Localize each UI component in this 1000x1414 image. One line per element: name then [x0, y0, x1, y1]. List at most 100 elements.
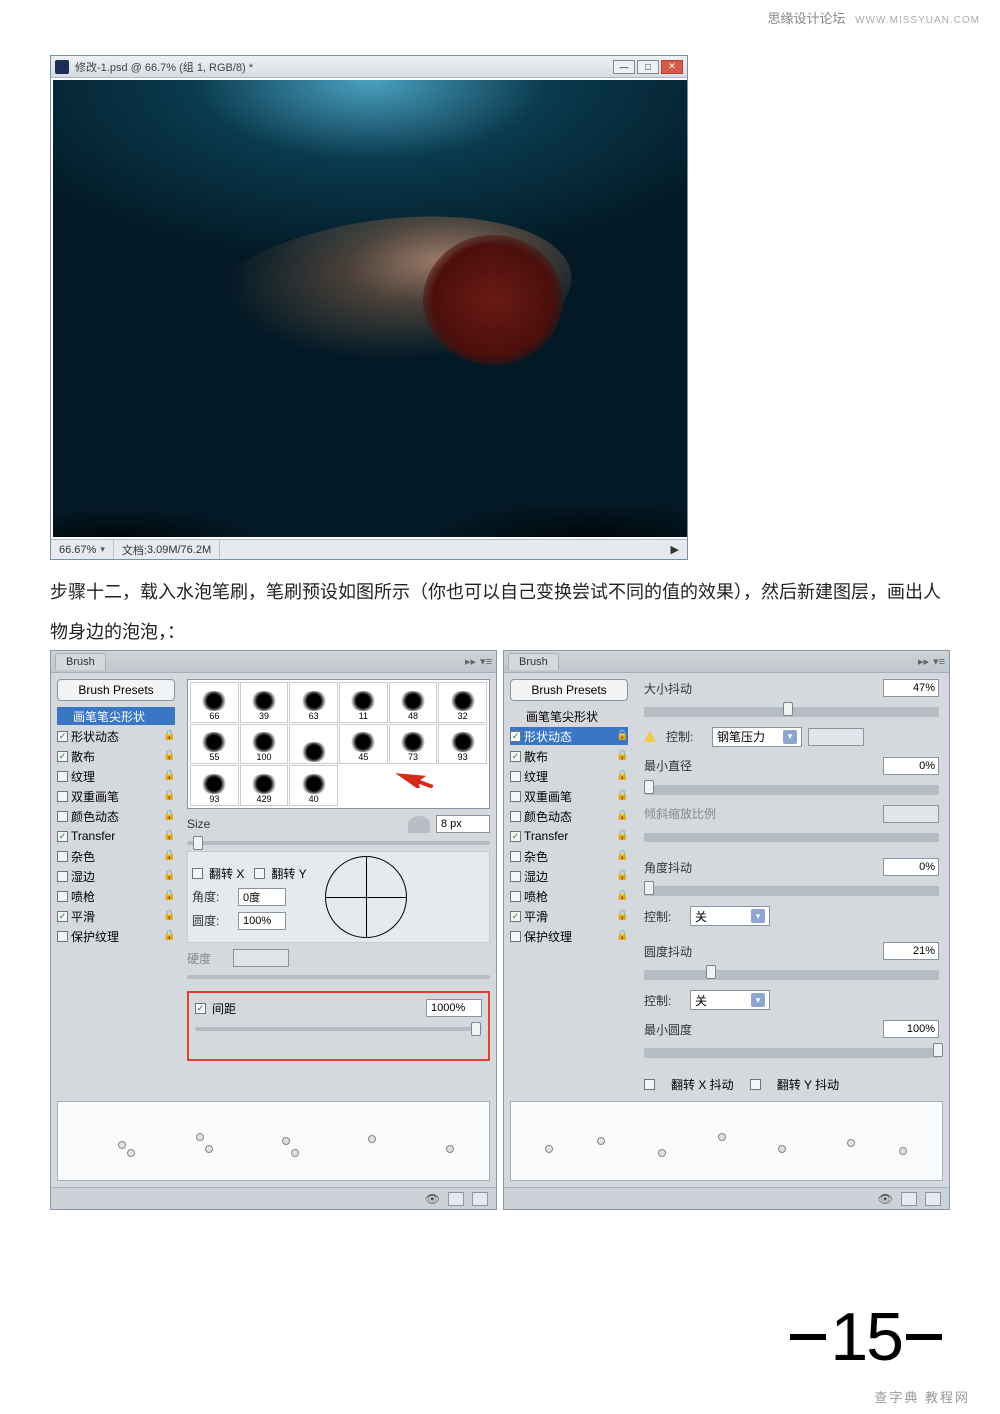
lock-icon[interactable]: 🔒 [163, 850, 175, 862]
brush-thumb[interactable]: 429 [240, 765, 289, 806]
flip-x-checkbox[interactable] [192, 868, 203, 879]
option-checkbox[interactable] [57, 931, 68, 942]
lock-icon[interactable]: 🔒 [616, 770, 628, 782]
roundness-input[interactable]: 100% [238, 912, 286, 930]
sidebar-item-3[interactable]: 纹理🔒 [57, 767, 175, 785]
trash-icon[interactable] [472, 1192, 488, 1206]
lock-icon[interactable]: 🔒 [163, 890, 175, 902]
option-checkbox[interactable] [57, 851, 68, 862]
status-arrow[interactable]: ▶ [220, 540, 687, 559]
lock-icon[interactable]: 🔒 [163, 750, 175, 762]
new-preset-icon[interactable] [448, 1192, 464, 1206]
sidebar-item-10[interactable]: 平滑🔒 [510, 907, 628, 925]
minimize-button[interactable]: — [613, 60, 635, 74]
brush-thumb[interactable]: 39 [240, 682, 289, 723]
brush-thumb[interactable]: 73 [389, 724, 438, 765]
collapse-icon[interactable]: ▸▸ [465, 655, 476, 668]
brush-thumb[interactable]: 45 [339, 724, 388, 765]
tab-brush[interactable]: Brush [55, 653, 106, 670]
lock-icon[interactable]: 🔒 [616, 750, 628, 762]
sidebar-item-11[interactable]: 保护纹理🔒 [57, 927, 175, 945]
sidebar-item-2[interactable]: 散布🔒 [510, 747, 628, 765]
brush-thumb[interactable]: 93 [190, 765, 239, 806]
lock-icon[interactable]: 🔒 [163, 870, 175, 882]
sidebar-item-1[interactable]: 形状动态🔒 [57, 727, 175, 745]
option-checkbox[interactable] [57, 771, 68, 782]
lock-icon[interactable]: 🔒 [163, 810, 175, 822]
sidebar-item-4[interactable]: 双重画笔🔒 [57, 787, 175, 805]
option-checkbox[interactable] [510, 911, 521, 922]
min-diameter-input[interactable]: 0% [883, 757, 939, 775]
option-checkbox[interactable] [510, 871, 521, 882]
lock-icon[interactable]: 🔒 [616, 910, 628, 922]
size-jitter-input[interactable]: 47% [883, 679, 939, 697]
brush-thumb[interactable]: 100 [240, 724, 289, 765]
flip-x-jitter-checkbox[interactable] [644, 1079, 655, 1090]
option-checkbox[interactable] [57, 911, 68, 922]
option-checkbox[interactable] [510, 771, 521, 782]
option-checkbox[interactable] [510, 751, 521, 762]
option-checkbox[interactable] [57, 811, 68, 822]
sidebar-item-5[interactable]: 颜色动态🔒 [57, 807, 175, 825]
spacing-input[interactable]: 1000% [426, 999, 482, 1017]
brush-thumb[interactable]: 93 [438, 724, 487, 765]
sidebar-item-9[interactable]: 喷枪🔒 [57, 887, 175, 905]
sidebar-item-8[interactable]: 湿边🔒 [57, 867, 175, 885]
option-checkbox[interactable] [510, 811, 521, 822]
lock-icon[interactable]: 🔒 [616, 850, 628, 862]
sidebar-item-8[interactable]: 湿边🔒 [510, 867, 628, 885]
min-diameter-slider[interactable] [644, 785, 939, 795]
roundness-control-select[interactable]: 关▾ [690, 990, 770, 1010]
visibility-icon[interactable]: 👁 [878, 1192, 893, 1206]
option-checkbox[interactable] [510, 931, 521, 942]
lock-icon[interactable]: 🔒 [163, 830, 175, 842]
reset-size-icon[interactable] [408, 816, 430, 833]
sidebar-item-10[interactable]: 平滑🔒 [57, 907, 175, 925]
angle-jitter-slider[interactable] [644, 886, 939, 896]
lock-icon[interactable]: 🔒 [616, 930, 628, 942]
sidebar-item-5[interactable]: 颜色动态🔒 [510, 807, 628, 825]
size-input[interactable]: 8 px [436, 815, 490, 833]
window-titlebar[interactable]: 修改-1.psd @ 66.7% (组 1, RGB/8) * — □ ✕ [51, 56, 687, 78]
lock-icon[interactable]: 🔒 [616, 830, 628, 842]
lock-icon[interactable]: 🔒 [616, 790, 628, 802]
collapse-icon[interactable]: ▸▸ [918, 655, 929, 668]
option-checkbox[interactable] [57, 831, 68, 842]
option-checkbox[interactable] [57, 891, 68, 902]
option-checkbox[interactable] [510, 831, 521, 842]
size-slider[interactable] [187, 841, 490, 845]
angle-jitter-input[interactable]: 0% [883, 858, 939, 876]
option-checkbox[interactable] [510, 891, 521, 902]
lock-icon[interactable]: 🔒 [163, 790, 175, 802]
option-checkbox[interactable] [57, 871, 68, 882]
lock-icon[interactable]: 🔒 [616, 890, 628, 902]
roundness-jitter-slider[interactable] [644, 970, 939, 980]
sidebar-item-0[interactable]: 画笔笔尖形状 [57, 707, 175, 725]
lock-icon[interactable]: 🔒 [163, 910, 175, 922]
option-checkbox[interactable] [57, 791, 68, 802]
brush-thumb[interactable]: 32 [438, 682, 487, 723]
document-canvas[interactable] [51, 78, 687, 539]
brush-presets-button[interactable]: Brush Presets [510, 679, 628, 701]
flip-y-jitter-checkbox[interactable] [750, 1079, 761, 1090]
lock-icon[interactable]: 🔒 [163, 770, 175, 782]
brush-thumb[interactable]: 48 [389, 682, 438, 723]
option-checkbox[interactable] [510, 851, 521, 862]
min-roundness-slider[interactable] [644, 1048, 939, 1058]
sidebar-item-2[interactable]: 散布🔒 [57, 747, 175, 765]
brush-thumb[interactable] [289, 724, 338, 765]
sidebar-item-9[interactable]: 喷枪🔒 [510, 887, 628, 905]
angle-control-select[interactable]: 关▾ [690, 906, 770, 926]
panel-menu-icon[interactable]: ▾≡ [933, 655, 945, 668]
option-checkbox[interactable] [510, 791, 521, 802]
brush-thumb[interactable]: 11 [339, 682, 388, 723]
lock-icon[interactable]: 🔒 [616, 730, 628, 742]
sidebar-item-7[interactable]: 杂色🔒 [57, 847, 175, 865]
sidebar-item-4[interactable]: 双重画笔🔒 [510, 787, 628, 805]
brush-thumb[interactable]: 63 [289, 682, 338, 723]
visibility-icon[interactable]: 👁 [425, 1192, 440, 1206]
option-checkbox[interactable] [510, 731, 521, 742]
option-checkbox[interactable] [57, 751, 68, 762]
sidebar-item-3[interactable]: 纹理🔒 [510, 767, 628, 785]
brush-thumb[interactable]: 40 [289, 765, 338, 806]
